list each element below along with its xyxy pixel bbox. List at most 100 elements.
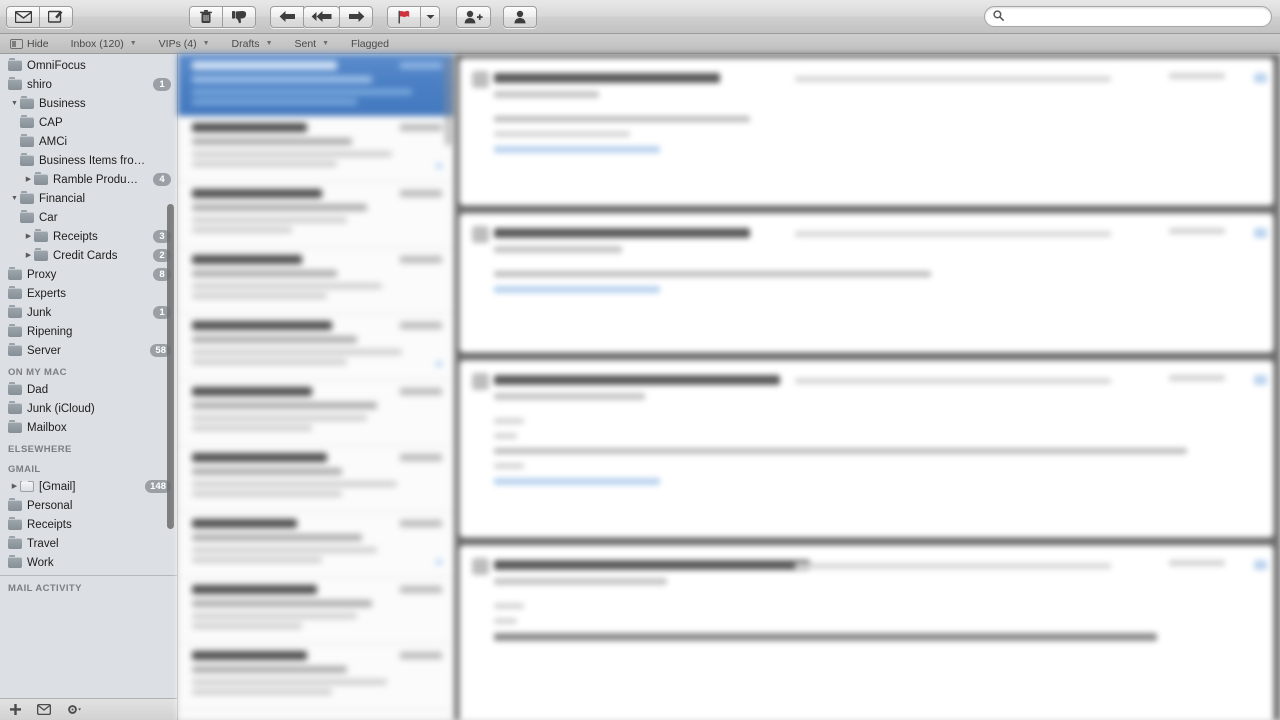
reply-arrow-icon[interactable] [1254, 560, 1267, 570]
chevron-right-icon[interactable]: ▶ [23, 233, 34, 240]
favorite-inbox[interactable]: Inbox (120) ▼ [60, 36, 148, 52]
reply-arrow-icon[interactable] [1254, 375, 1267, 385]
sidebar-item-shiro[interactable]: shiro 1 [0, 75, 177, 94]
sidebar-item-experts[interactable]: Experts [0, 284, 177, 303]
show-contacts-button[interactable] [503, 5, 537, 28]
mailbox-list: OmniFocus shiro 1 ▼ Business CAP AMCi Business … [0, 56, 177, 596]
conversation-card[interactable] [459, 360, 1274, 538]
conversation-card[interactable] [459, 213, 1274, 353]
sidebar-item-car[interactable]: Car [0, 208, 177, 227]
search-icon [993, 8, 1004, 26]
plus-icon[interactable] [10, 704, 21, 715]
message-list-item[interactable] [178, 248, 454, 314]
sidebar-item-junk[interactable]: Junk 1 [0, 303, 177, 322]
message-link[interactable] [494, 286, 660, 293]
message-preview [192, 217, 347, 223]
reply-all-button[interactable] [303, 5, 340, 28]
hide-sidebar-button[interactable]: Hide [8, 36, 60, 52]
reply-arrow-icon[interactable] [1254, 73, 1267, 83]
junk-button[interactable] [222, 5, 256, 28]
message-sender [192, 585, 317, 594]
sidebar-item-label: Personal [27, 499, 73, 512]
sidebar-scrollbar[interactable] [167, 204, 174, 529]
message-list-scrollbar[interactable] [445, 56, 452, 146]
favorite-vips[interactable]: VIPs (4) ▼ [148, 36, 221, 52]
message-list-item[interactable] [178, 578, 454, 644]
message-list-item[interactable] [178, 54, 454, 116]
mailbox-icon[interactable] [37, 704, 51, 715]
message-date [1169, 73, 1225, 79]
gear-icon[interactable] [67, 704, 83, 715]
delete-button[interactable] [189, 5, 223, 28]
reply-button[interactable] [270, 5, 304, 28]
message-date [400, 256, 442, 263]
hide-label: Hide [27, 37, 49, 50]
sidebar-item-mailbox[interactable]: Mailbox [0, 418, 177, 437]
sidebar-item-business-items-fro[interactable]: Business Items fro… [0, 151, 177, 170]
message-body-line [494, 463, 525, 469]
forward-arrow-icon [348, 10, 365, 23]
chevron-down-icon[interactable]: ▼ [9, 195, 20, 202]
message-list[interactable] [178, 54, 455, 720]
message-link[interactable] [494, 146, 660, 153]
sidebar-scroll-area[interactable]: OmniFocus shiro 1 ▼ Business CAP AMCi Business … [0, 54, 177, 698]
sidebar-item-cap[interactable]: CAP [0, 113, 177, 132]
favorite-drafts[interactable]: Drafts ▼ [221, 36, 284, 52]
sidebar-item-business[interactable]: ▼ Business [0, 94, 177, 113]
compose-button[interactable] [39, 5, 73, 28]
sidebar-item-financial[interactable]: ▼ Financial [0, 189, 177, 208]
message-link[interactable] [494, 478, 660, 485]
message-date [400, 388, 442, 395]
message-preview [192, 481, 397, 487]
sidebar-item-travel[interactable]: Travel [0, 534, 177, 553]
sidebar-item-ripening[interactable]: Ripening [0, 322, 177, 341]
folder-icon [20, 134, 34, 147]
message-list-item[interactable] [178, 116, 454, 182]
conversation-card[interactable] [459, 545, 1274, 720]
message-list-item[interactable] [178, 182, 454, 248]
sidebar-item-receipts[interactable]: ▶ Receipts 3 [0, 227, 177, 246]
flag-menu-button[interactable] [420, 5, 440, 28]
chevron-down-icon: ▼ [202, 40, 210, 47]
message-list-item[interactable] [178, 446, 454, 512]
forward-button[interactable] [339, 5, 373, 28]
sidebar-item-work[interactable]: Work [0, 553, 177, 572]
sidebar-item-junk-icloud[interactable]: Junk (iCloud) [0, 399, 177, 418]
sidebar-item-omnifocus[interactable]: OmniFocus [0, 56, 177, 75]
get-mail-button[interactable] [6, 5, 40, 28]
chevron-down-icon[interactable]: ▼ [9, 100, 20, 107]
sidebar-item-ramble-produ[interactable]: ▶ Ramble Produ… 4 [0, 170, 177, 189]
sidebar-item-label: Ripening [27, 325, 73, 338]
message-list-item[interactable] [178, 314, 454, 380]
reply-arrow-icon[interactable] [1254, 228, 1267, 238]
sidebar-item-credit-cards[interactable]: ▶ Credit Cards 2 [0, 246, 177, 265]
flag-button[interactable] [387, 5, 421, 28]
favorite-flagged[interactable]: Flagged [340, 36, 400, 52]
search-input[interactable] [1008, 10, 1263, 23]
sidebar-item-server[interactable]: Server 58 [0, 341, 177, 360]
reading-pane[interactable] [455, 54, 1280, 720]
chevron-right-icon[interactable]: ▶ [23, 176, 34, 183]
message-list-item[interactable] [178, 380, 454, 446]
message-header [472, 226, 1247, 253]
message-list-item[interactable] [178, 512, 454, 578]
message-list-item[interactable] [178, 644, 454, 710]
conversation-card[interactable] [459, 58, 1274, 206]
message-list-rows [178, 54, 454, 720]
sidebar-item-proxy[interactable]: Proxy 8 [0, 265, 177, 284]
chevron-right-icon[interactable]: ▶ [23, 252, 34, 259]
sidebar-item-label: Business [39, 97, 86, 110]
message-preview [192, 557, 322, 563]
message-sender [192, 189, 322, 198]
sidebar-item-dad[interactable]: Dad [0, 380, 177, 399]
search-field[interactable] [984, 6, 1272, 27]
message-date [400, 586, 442, 593]
favorite-sent[interactable]: Sent ▼ [284, 36, 341, 52]
sidebar-item-amci[interactable]: AMCi [0, 132, 177, 151]
sidebar-item-personal[interactable]: Personal [0, 496, 177, 515]
chevron-right-icon[interactable]: ▶ [9, 483, 20, 490]
add-contact-button[interactable] [456, 5, 491, 28]
sidebar-item-receipts[interactable]: Receipts [0, 515, 177, 534]
delete-group [189, 5, 256, 28]
sidebar-item-gmail[interactable]: ▶ [Gmail] 148 [0, 477, 177, 496]
